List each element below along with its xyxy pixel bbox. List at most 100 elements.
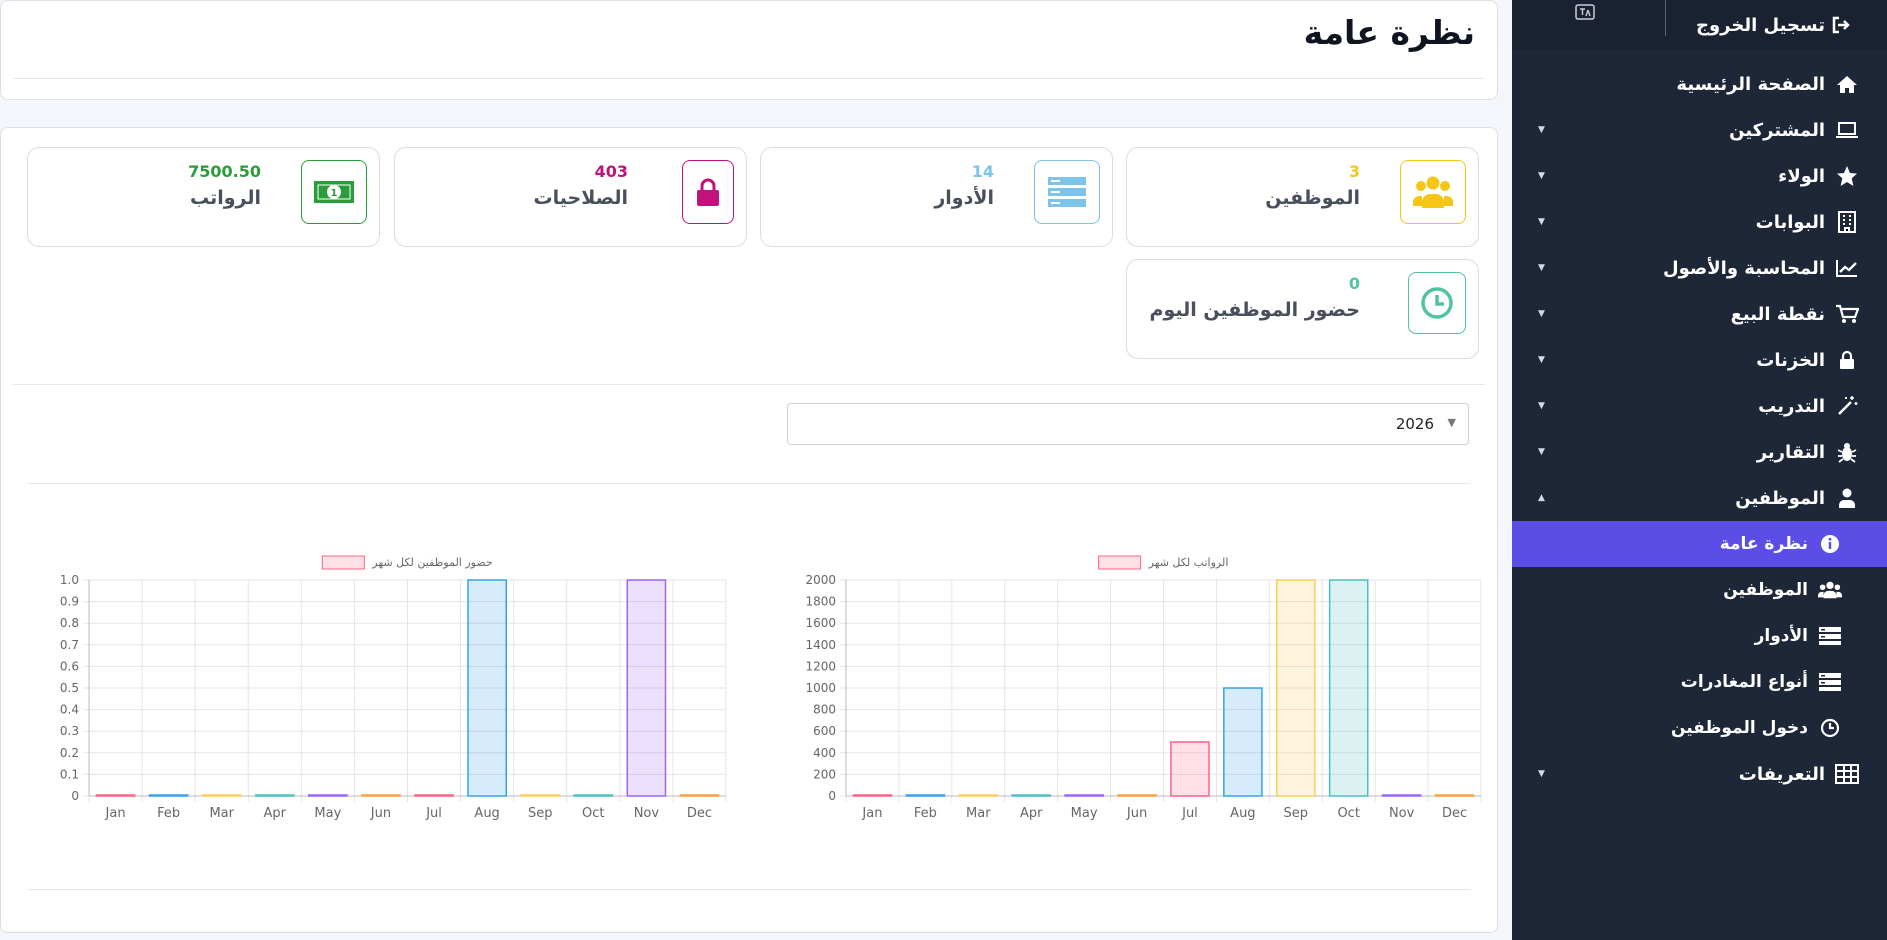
stat-card-attendance-today[interactable]: 0 حضور الموظفين اليوم	[1126, 259, 1479, 359]
x-tick-label: Jul	[425, 806, 442, 821]
bar	[905, 794, 946, 797]
y-tick-label: 1.0	[60, 573, 79, 587]
stat-card-employees[interactable]: 3 الموظفين	[1126, 147, 1479, 247]
bar	[958, 794, 999, 797]
x-tick-label: May	[1071, 806, 1098, 821]
year-select[interactable]: 2026 ▼	[787, 403, 1469, 445]
y-tick-label: 1200	[805, 659, 836, 673]
y-tick-label: 800	[813, 703, 836, 717]
x-tick-label: Jan	[861, 806, 882, 821]
sidebar-subitem-label: أنواع المغادرات	[1680, 672, 1808, 692]
sidebar-item-accounting[interactable]: المحاسبة والأصول ▼	[1512, 245, 1887, 291]
x-tick-label: Mar	[966, 806, 991, 821]
sidebar-item-label: التقارير	[1756, 441, 1825, 463]
sidebar-item-loyalty[interactable]: الولاء ▼	[1512, 153, 1887, 199]
stat-card-permissions[interactable]: 403 الصلاحيات	[394, 147, 747, 247]
bar	[148, 794, 189, 797]
chevron-down-icon[interactable]: ▼	[1538, 245, 1545, 291]
attendance-chart: حضور الموظفين لكل شهر 0 0.1 0.2 0.3 0.4 0.5 0.6…	[16, 513, 736, 848]
salaries-chart: الرواتب لكل شهر 0 200 400 600 800 1000 1200 1400…	[771, 513, 1491, 848]
sidebar-item-gateways[interactable]: البوابات ▼	[1512, 199, 1887, 245]
chevron-down-icon[interactable]: ▼	[1538, 153, 1545, 199]
bug-icon	[1835, 440, 1859, 464]
chevron-up-icon[interactable]: ▲	[1538, 475, 1545, 521]
chevron-down-icon[interactable]: ▼	[1538, 337, 1545, 383]
stat-value: 7500.50	[188, 162, 261, 181]
sidebar-subitem-label: الموظفين	[1723, 580, 1808, 600]
clock-icon	[1408, 272, 1466, 334]
language-button[interactable]	[1574, 2, 1596, 24]
chevron-down-icon[interactable]: ▼	[1538, 107, 1545, 153]
chevron-down-icon[interactable]: ▼	[1538, 291, 1545, 337]
x-tick-label: Feb	[914, 806, 937, 821]
sidebar-item-home[interactable]: الصفحة الرئيسية	[1512, 61, 1887, 107]
sidebar-item-vaults[interactable]: الخزنات ▼	[1512, 337, 1887, 383]
sidebar-subitem-employees[interactable]: الموظفين	[1512, 567, 1887, 613]
sidebar-subitem-employee-login[interactable]: دخول الموظفين	[1512, 705, 1887, 751]
page-title: نظرة عامة	[1303, 13, 1475, 52]
x-tick-label: Aug	[1230, 806, 1255, 821]
logout-button[interactable]: تسجيل الخروج	[1696, 15, 1851, 36]
y-tick-label: 0.1	[60, 767, 79, 781]
bar	[1275, 579, 1316, 797]
bar	[1170, 741, 1210, 797]
x-tick-label: Nov	[634, 806, 660, 821]
y-tick-label: 0.6	[60, 659, 79, 673]
money-icon: 1	[301, 160, 367, 224]
sidebar-item-pos[interactable]: نقطة البيع ▼	[1512, 291, 1887, 337]
sidebar-item-training[interactable]: التدريب ▼	[1512, 383, 1887, 429]
stat-value: 3	[1348, 162, 1360, 181]
y-tick-label: 200	[813, 767, 836, 781]
sidebar-subitem-leave-types[interactable]: أنواع المغادرات	[1512, 659, 1887, 705]
legend-swatch	[1098, 555, 1142, 570]
x-tick-label: Jun	[1126, 806, 1147, 821]
x-tick-label: Aug	[474, 806, 499, 821]
sidebar-subitem-label: نظرة عامة	[1719, 534, 1808, 554]
lock-icon	[1835, 348, 1859, 372]
bar	[308, 794, 348, 797]
bar	[626, 579, 667, 797]
bar	[414, 794, 454, 797]
legend-label: حضور الموظفين لكل شهر	[371, 556, 492, 569]
x-tick-label: Oct	[1337, 806, 1359, 821]
sidebar-item-subscribers[interactable]: المشتركين ▼	[1512, 107, 1887, 153]
users-icon	[1400, 160, 1466, 224]
x-tick-label: Jun	[370, 806, 391, 821]
stat-label: الصلاحيات	[533, 187, 628, 209]
stat-card-roles[interactable]: 14 الأدوار	[760, 147, 1113, 247]
sidebar-item-label: البوابات	[1755, 211, 1825, 233]
bar	[95, 794, 136, 797]
y-tick-label: 0.3	[60, 724, 79, 738]
stat-value: 0	[1348, 274, 1360, 293]
legend-label: الرواتب لكل شهر	[1148, 556, 1229, 569]
page-header-card: نظرة عامة	[0, 0, 1498, 100]
sidebar-subitem-overview[interactable]: نظرة عامة	[1512, 521, 1887, 567]
sidebar-subitem-roles[interactable]: الأدوار	[1512, 613, 1887, 659]
sidebar-item-reports[interactable]: التقارير ▼	[1512, 429, 1887, 475]
info-icon	[1818, 532, 1842, 556]
chevron-down-icon[interactable]: ▼	[1538, 751, 1545, 797]
chevron-down-icon[interactable]: ▼	[1538, 199, 1545, 245]
y-tick-label: 0.9	[60, 595, 79, 609]
x-tick-label: Jul	[1181, 806, 1198, 821]
sidebar-item-definitions[interactable]: التعريفات ▼	[1512, 751, 1887, 797]
sidebar-item-label: الخزنات	[1756, 349, 1825, 371]
laptop-icon	[1835, 118, 1859, 142]
bar	[1011, 794, 1052, 797]
cart-icon	[1835, 302, 1859, 326]
stat-label: الموظفين	[1265, 187, 1360, 209]
bar	[1117, 794, 1157, 797]
topbar-separator	[1665, 0, 1666, 36]
chevron-down-icon[interactable]: ▼	[1538, 383, 1545, 429]
sidebar-item-employees[interactable]: الموظفين ▲	[1512, 475, 1887, 521]
sidebar-item-label: نقطة البيع	[1730, 303, 1825, 325]
stat-card-salaries[interactable]: 1 7500.50 الرواتب	[27, 147, 380, 247]
bar	[679, 794, 720, 797]
y-tick-label: 2000	[805, 573, 836, 587]
sidebar-item-label: المشتركين	[1729, 119, 1825, 141]
y-tick-label: 0.7	[60, 638, 79, 652]
home-icon	[1835, 72, 1859, 96]
chart-line-icon	[1835, 256, 1859, 280]
users-icon	[1818, 578, 1842, 602]
chevron-down-icon[interactable]: ▼	[1538, 429, 1545, 475]
